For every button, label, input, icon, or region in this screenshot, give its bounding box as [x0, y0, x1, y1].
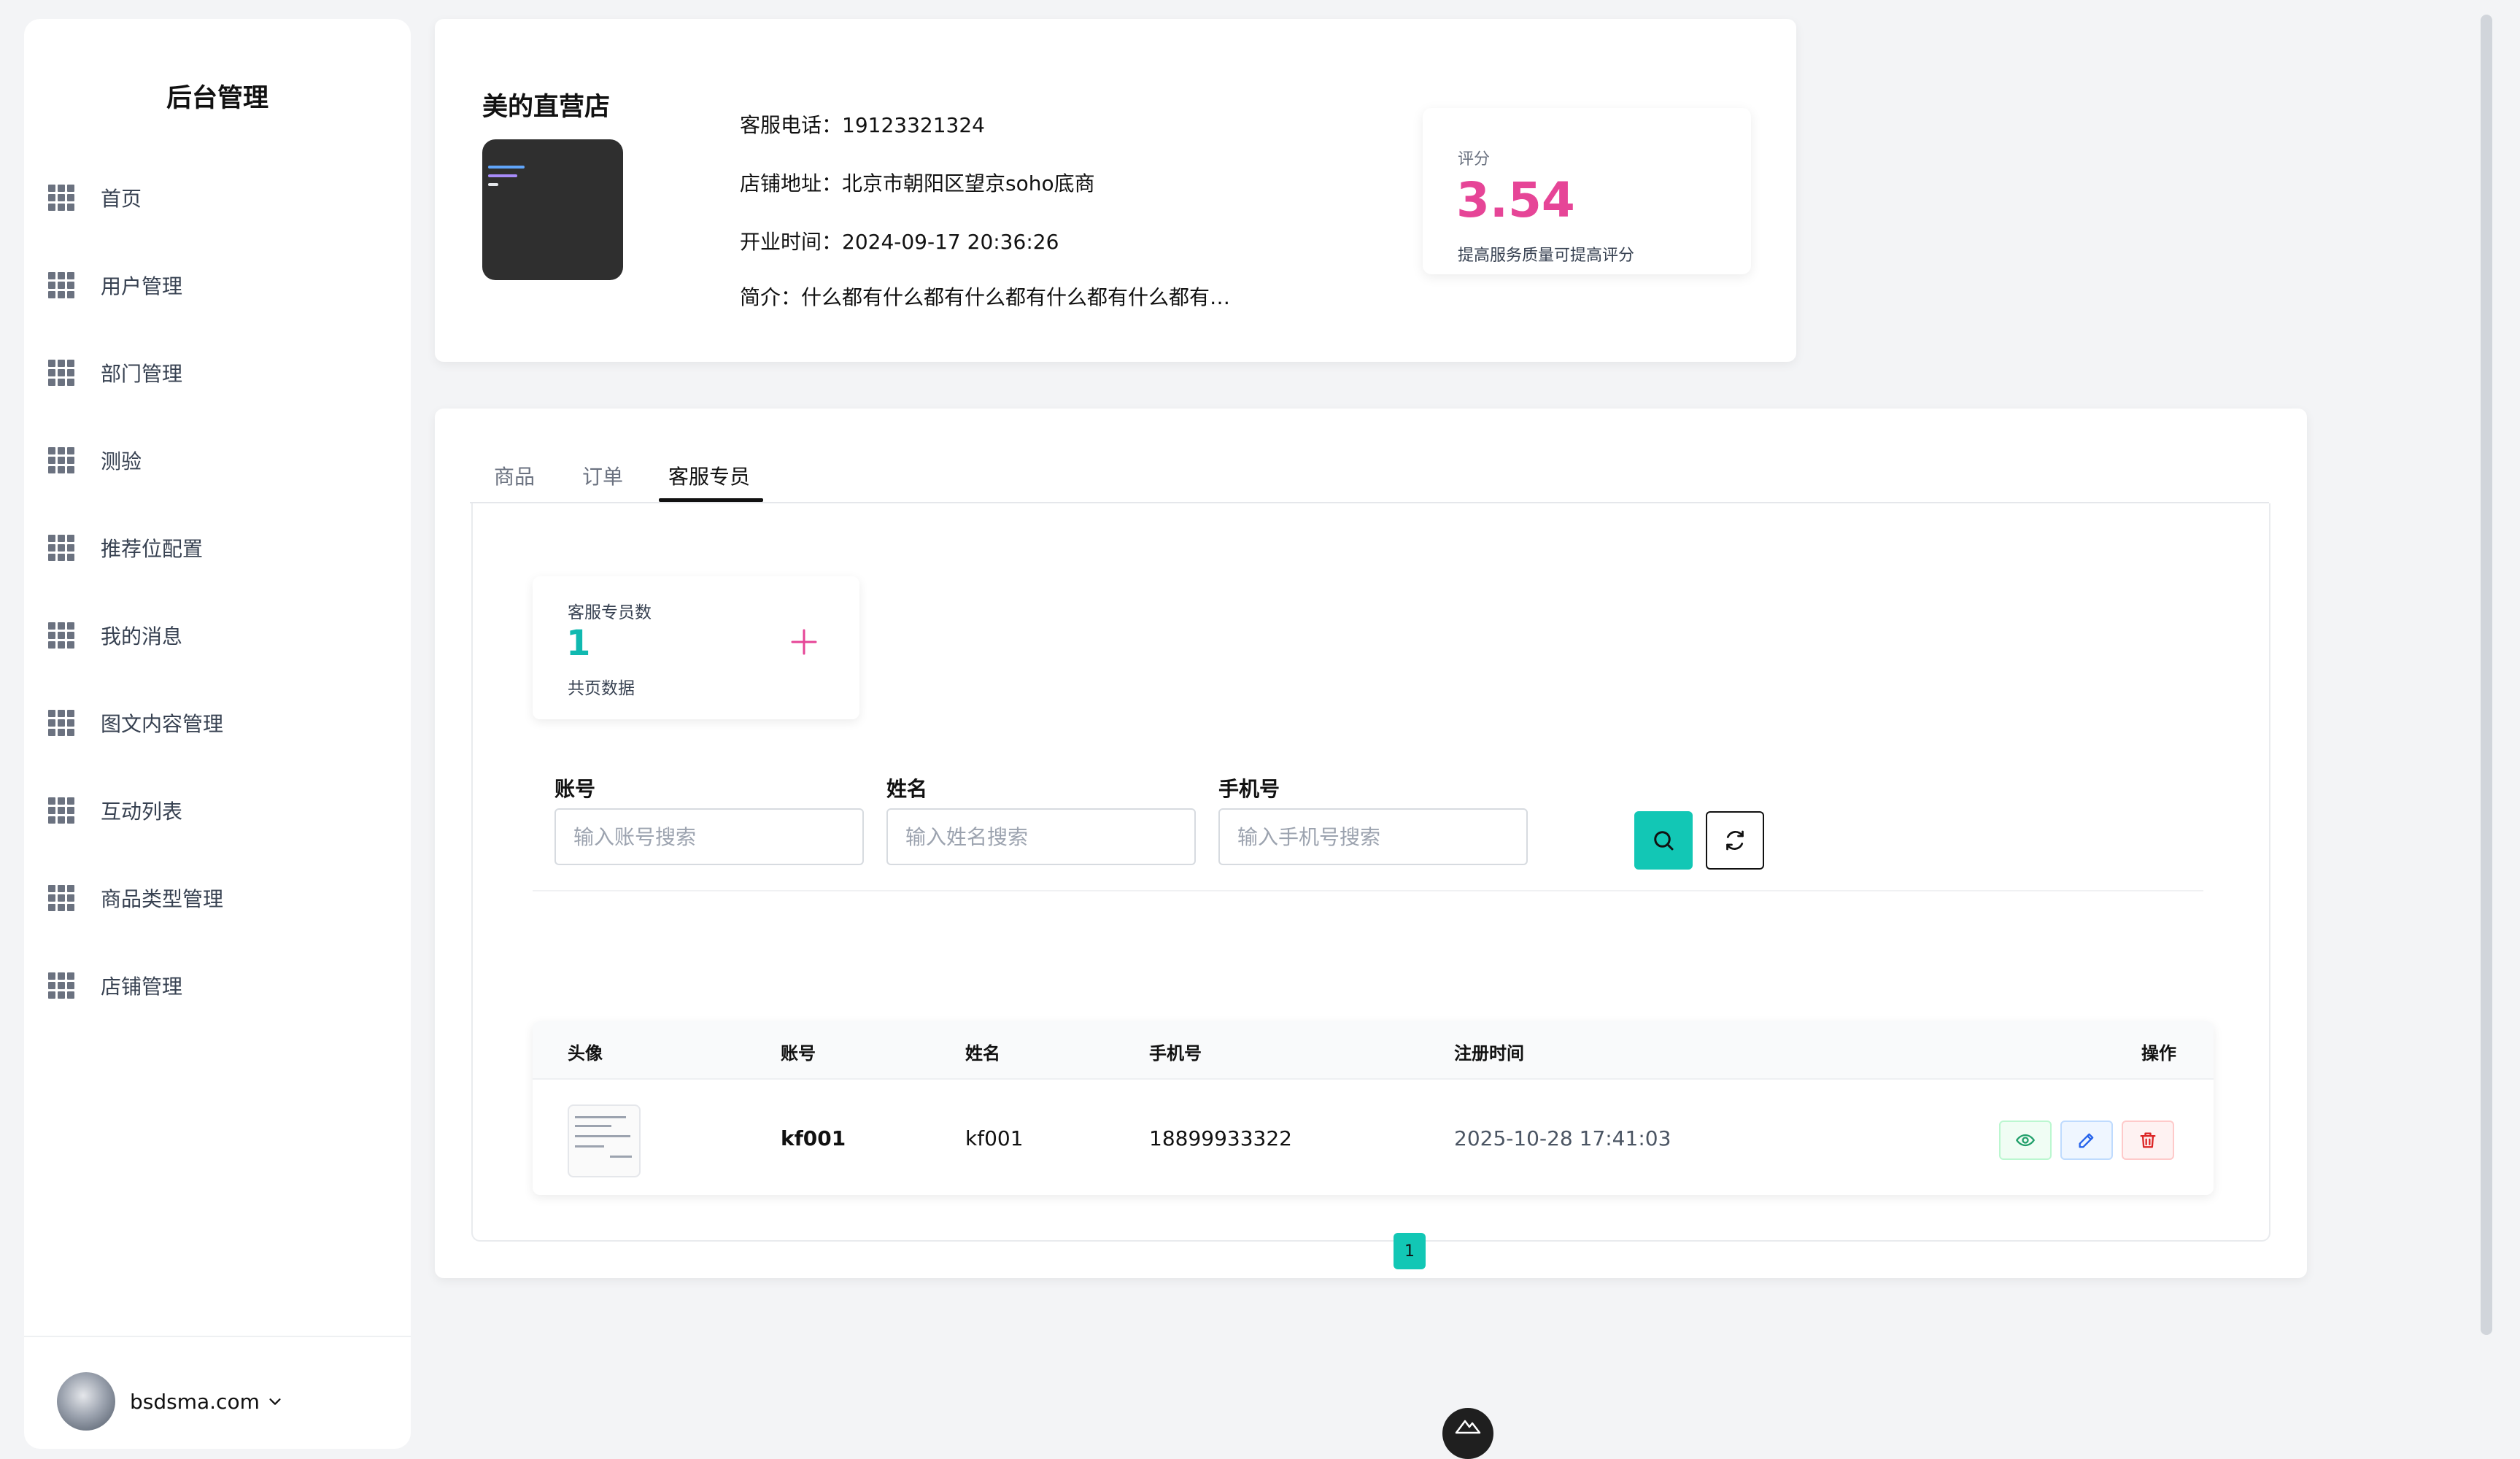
search-button[interactable]: [1634, 811, 1693, 870]
scrollbar[interactable]: [2481, 15, 2492, 1335]
tab-orders[interactable]: 订单: [582, 461, 623, 490]
mountain-icon: [1455, 1420, 1481, 1434]
name-filter: 姓名: [886, 773, 1196, 865]
add-icon[interactable]: [789, 627, 819, 657]
tab-customer-service[interactable]: 客服专员: [668, 461, 750, 490]
grid-icon: [48, 710, 74, 736]
row-name: kf001: [965, 1126, 1024, 1150]
grid-icon: [48, 185, 74, 211]
rating-value: 3.54: [1456, 172, 1575, 228]
column-avatar: 头像: [568, 1043, 603, 1064]
grid-icon: [48, 622, 74, 649]
chevron-down-icon: [269, 1398, 281, 1405]
pagination-page-1[interactable]: 1: [1394, 1233, 1426, 1269]
floating-nuxt-button[interactable]: [1442, 1408, 1493, 1459]
sidebar-item-content[interactable]: 图文内容管理: [48, 701, 384, 745]
column-actions: 操作: [2141, 1043, 2176, 1064]
app-title: 后台管理: [166, 84, 268, 113]
sidebar-item-recommend-config[interactable]: 推荐位配置: [48, 526, 384, 570]
tab-products[interactable]: 商品: [494, 461, 535, 490]
delete-button[interactable]: [2122, 1121, 2174, 1160]
sidebar-item-departments[interactable]: 部门管理: [48, 351, 384, 395]
rating-tip: 提高服务质量可提高评分: [1458, 247, 1635, 265]
sidebar-item-label: 首页: [101, 187, 142, 211]
sidebar-item-label: 我的消息: [101, 624, 183, 649]
row-avatar: [568, 1104, 641, 1177]
sidebar-divider: [24, 1336, 411, 1337]
grid-icon: [48, 360, 74, 386]
sidebar-item-interactions[interactable]: 互动列表: [48, 789, 384, 832]
rating-card: 评分 3.54 提高服务质量可提高评分: [1423, 108, 1751, 274]
sidebar-item-users[interactable]: 用户管理: [48, 263, 384, 307]
stat-card: 客服专员数 1 共页数据: [533, 576, 859, 719]
shop-address: 店铺地址：北京市朝阳区望京soho底商: [740, 171, 1095, 196]
sidebar-item-label: 互动列表: [101, 800, 183, 824]
customer-service-table: 头像 账号 姓名 手机号 注册时间 操作 kf001 kf001 1889993…: [533, 1021, 2214, 1195]
row-phone: 18899933322: [1149, 1126, 1292, 1150]
sidebar-item-label: 测验: [101, 449, 142, 473]
sidebar-item-label: 部门管理: [101, 362, 183, 386]
refresh-icon: [1726, 830, 1744, 851]
grid-icon: [48, 972, 74, 999]
sidebar-item-shops[interactable]: 店铺管理: [48, 964, 384, 1007]
view-button[interactable]: [1999, 1121, 2052, 1160]
shop-logo: [482, 139, 623, 280]
sidebar-item-label: 商品类型管理: [101, 887, 224, 911]
trash-icon: [2140, 1132, 2156, 1148]
sidebar-item-label: 推荐位配置: [101, 537, 204, 561]
name-label: 姓名: [886, 777, 928, 801]
avatar: [57, 1372, 115, 1431]
shop-intro: 简介：什么都有什么都有什么都有什么都有什么都有…: [740, 285, 1231, 309]
reset-button[interactable]: [1706, 811, 1764, 870]
sidebar-item-label: 用户管理: [101, 274, 183, 298]
search-icon: [1654, 831, 1674, 851]
name-search-input[interactable]: [886, 808, 1196, 865]
sidebar-item-home[interactable]: 首页: [48, 176, 384, 220]
grid-icon: [48, 535, 74, 561]
account-label: 账号: [554, 777, 596, 801]
grid-icon: [48, 272, 74, 298]
eye-icon: [2015, 1134, 2036, 1147]
column-account: 账号: [781, 1043, 816, 1064]
grid-icon: [48, 797, 74, 824]
stat-subtitle: 共页数据: [568, 679, 635, 698]
phone-filter: 手机号: [1218, 773, 1528, 865]
shop-open-time: 开业时间：2024-09-17 20:36:26: [740, 230, 1059, 254]
phone-search-input[interactable]: [1218, 808, 1528, 865]
sidebar-item-product-types[interactable]: 商品类型管理: [48, 876, 384, 920]
column-phone: 手机号: [1149, 1043, 1202, 1064]
user-name: bsdsma.com: [130, 1389, 260, 1414]
tab-panel: 客服专员数 1 共页数据 账号 姓名 手机号: [471, 503, 2270, 1269]
sidebar-item-label: 图文内容管理: [101, 712, 224, 736]
row-account: kf001: [781, 1126, 846, 1150]
table-header: 头像 账号 姓名 手机号 注册时间 操作: [533, 1021, 2214, 1080]
account-search-input[interactable]: [554, 808, 864, 865]
sidebar-item-label: 店铺管理: [101, 975, 183, 999]
stat-label: 客服专员数: [568, 603, 652, 622]
sidebar-item-quiz[interactable]: 测验: [48, 438, 384, 482]
rating-label: 评分: [1458, 150, 1491, 169]
sidebar: 后台管理 首页 用户管理 部门管理 测验 推荐位配置 我的消息 图文内容管理 互…: [24, 19, 411, 1449]
grid-icon: [48, 447, 74, 473]
shop-info-card: 美的直营店 客服电话：19123321324 店铺地址：北京市朝阳区望京soho…: [435, 19, 1796, 362]
edit-icon: [2079, 1133, 2094, 1148]
user-menu[interactable]: bsdsma.com: [57, 1372, 283, 1431]
active-tab-indicator: [659, 498, 763, 502]
sidebar-item-messages[interactable]: 我的消息: [48, 614, 384, 657]
row-registered: 2025-10-28 17:41:03: [1454, 1126, 1671, 1150]
shop-detail-card: 商品 订单 客服专员 客服专员数 1 共页数据 账号 姓名 手机号: [435, 409, 2307, 1278]
shop-phone: 客服电话：19123321324: [740, 113, 985, 137]
edit-button[interactable]: [2060, 1121, 2113, 1160]
column-registered: 注册时间: [1454, 1043, 1524, 1064]
stat-value: 1: [566, 623, 591, 664]
phone-label: 手机号: [1218, 777, 1280, 801]
grid-icon: [48, 885, 74, 911]
shop-name: 美的直营店: [482, 93, 611, 122]
search-form: 账号 姓名 手机号: [533, 759, 2203, 891]
account-filter: 账号: [554, 773, 864, 865]
column-name: 姓名: [965, 1043, 1000, 1064]
